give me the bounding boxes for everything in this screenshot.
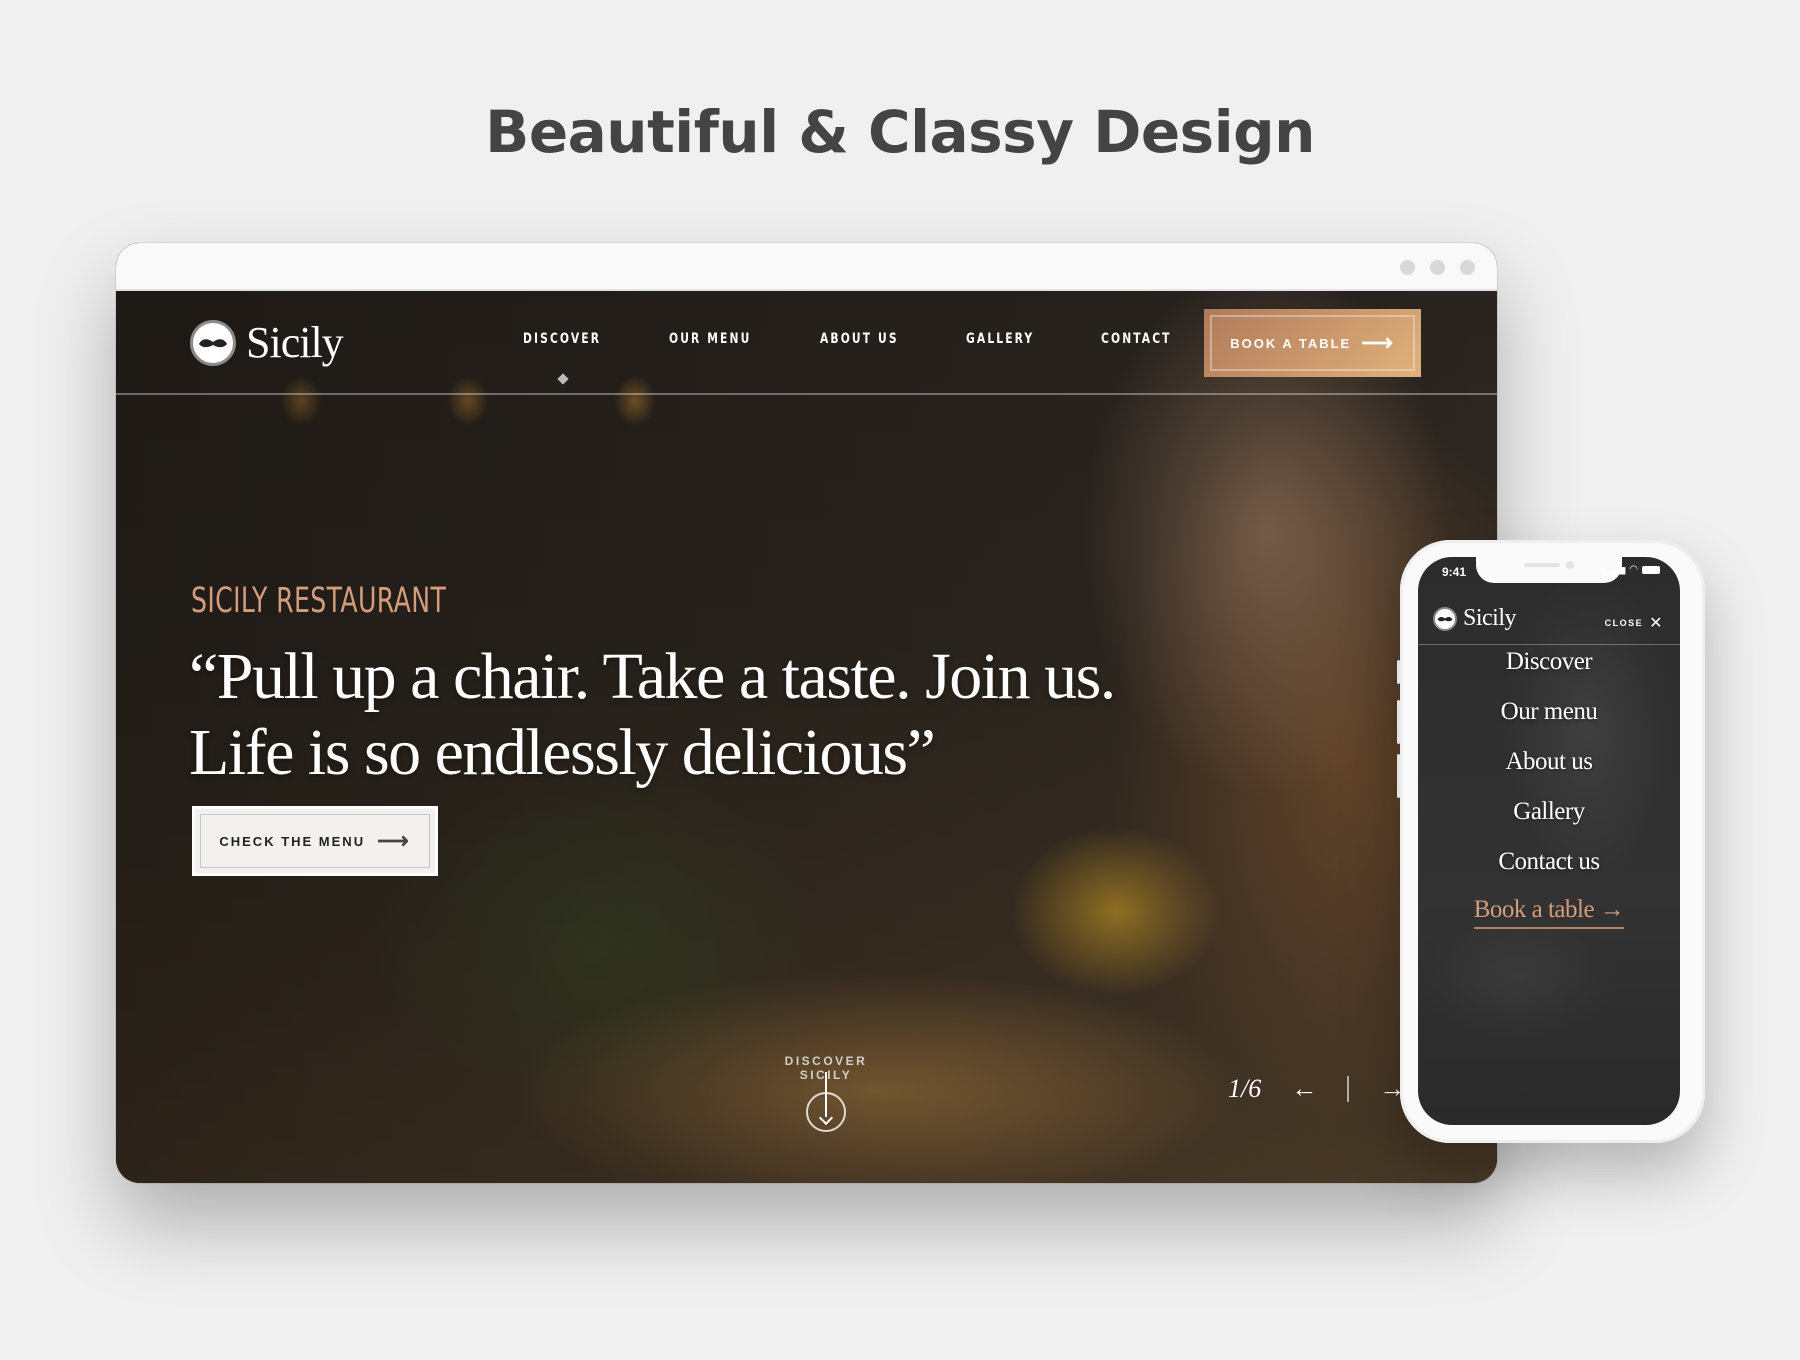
mobile-menu-item-contact-us[interactable]: Contact us xyxy=(1418,837,1680,887)
page-headline: Beautiful & Classy Design xyxy=(485,98,1315,166)
site-header: Sicily DISCOVER OUR MENU ABOUT US GALLER… xyxy=(116,291,1497,395)
nav-item-our-menu[interactable]: OUR MENU xyxy=(669,331,751,347)
close-label: CLOSE xyxy=(1604,618,1644,628)
mustache-icon xyxy=(190,319,236,366)
close-icon: ✕ xyxy=(1649,615,1664,632)
book-table-label: BOOK A TABLE xyxy=(1230,335,1352,351)
window-dot-icon[interactable] xyxy=(1400,260,1415,275)
active-nav-indicator-icon xyxy=(557,373,569,385)
hero-section: Sicily DISCOVER OUR MENU ABOUT US GALLER… xyxy=(116,291,1497,1183)
nav-item-contact[interactable]: CONTACT xyxy=(1101,331,1172,347)
camera-icon xyxy=(1566,561,1574,569)
check-menu-label: CHECK THE MENU xyxy=(219,833,366,849)
mobile-menu-item-gallery[interactable]: Gallery xyxy=(1418,787,1680,837)
battery-icon xyxy=(1642,565,1660,574)
site-logo[interactable]: Sicily xyxy=(190,317,344,368)
arrow-right-icon: ⟶ xyxy=(1361,330,1395,355)
phone-side-button xyxy=(1397,700,1400,744)
phone-notch xyxy=(1476,557,1622,583)
logo-text: Sicily xyxy=(246,318,344,367)
status-time: 9:41 xyxy=(1442,565,1467,579)
nav-item-discover[interactable]: DISCOVER xyxy=(523,331,601,347)
mobile-logo[interactable]: Sicily xyxy=(1433,605,1517,632)
phone-side-button xyxy=(1397,660,1400,684)
mobile-menu-item-discover[interactable]: Discover xyxy=(1418,637,1680,687)
close-menu-button[interactable]: CLOSE ✕ xyxy=(1605,613,1664,633)
arrow-right-icon: ⟶ xyxy=(377,828,411,853)
arrow-left-icon[interactable]: ← xyxy=(1291,1073,1317,1104)
window-dot-icon[interactable] xyxy=(1430,260,1445,275)
mobile-logo-text: Sicily xyxy=(1463,605,1517,631)
mobile-book-table-link[interactable]: Book a table → xyxy=(1473,893,1625,929)
browser-mockup: Sicily DISCOVER OUR MENU ABOUT US GALLER… xyxy=(116,243,1497,1183)
phone-mockup: 9:41 ▂▃▅ ◠ Sicily CLOSE ✕ Discover Our m… xyxy=(1397,540,1705,1143)
mobile-menu-item-about-us[interactable]: About us xyxy=(1418,737,1680,787)
check-menu-button[interactable]: CHECK THE MENU ⟶ xyxy=(192,806,438,876)
discover-scroll-hint[interactable]: DISCOVER SICILY xyxy=(756,1054,896,1132)
status-icons: ▂▃▅ ◠ xyxy=(1602,564,1660,575)
signal-icon: ▂▃▅ xyxy=(1602,564,1626,575)
hero-quote-line: Life is so endlessly delicious” xyxy=(189,716,936,789)
nav-item-about-us[interactable]: ABOUT US xyxy=(820,331,899,347)
mustache-icon xyxy=(1433,606,1457,631)
arrow-down-circle-icon[interactable] xyxy=(806,1072,846,1132)
browser-title-bar xyxy=(116,243,1497,291)
slider-divider xyxy=(1347,1075,1350,1102)
window-dot-icon[interactable] xyxy=(1460,260,1475,275)
main-nav: DISCOVER OUR MENU ABOUT US GALLERY CONTA… xyxy=(523,331,1184,347)
hero-quote: “Pull up a chair. Take a taste. Join us.… xyxy=(189,639,1116,791)
slider-controls: 1/6 ← → xyxy=(1228,1073,1405,1104)
window-controls xyxy=(1400,260,1475,275)
slide-counter: 1/6 xyxy=(1228,1073,1262,1103)
hero-quote-line: “Pull up a chair. Take a taste. Join us. xyxy=(189,640,1116,713)
nav-item-gallery[interactable]: GALLERY xyxy=(966,331,1034,347)
hero-eyebrow: SICILY RESTAURANT xyxy=(191,581,447,621)
phone-side-button xyxy=(1397,754,1400,798)
phone-screen: 9:41 ▂▃▅ ◠ Sicily CLOSE ✕ Discover Our m… xyxy=(1418,557,1680,1125)
book-table-button[interactable]: BOOK A TABLE ⟶ xyxy=(1204,309,1421,377)
mobile-menu-item-our-menu[interactable]: Our menu xyxy=(1418,687,1680,737)
speaker-icon xyxy=(1524,563,1560,567)
mobile-menu: Discover Our menu About us Gallery Conta… xyxy=(1418,637,1680,929)
wifi-icon: ◠ xyxy=(1629,564,1638,575)
